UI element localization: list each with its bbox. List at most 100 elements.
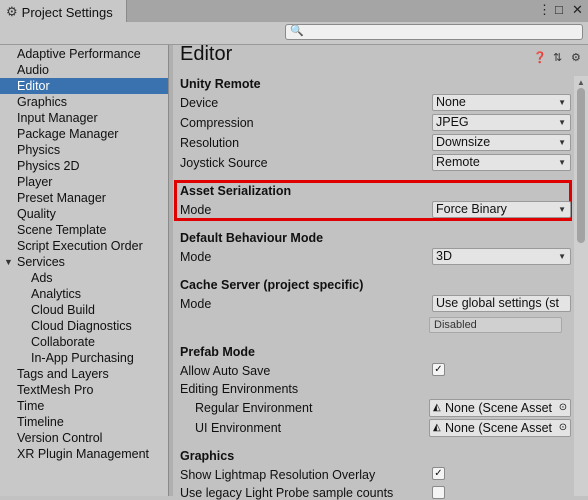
regular-environment-label: Regular Environment (195, 401, 313, 415)
sidebar-item-label: Script Execution Order (17, 239, 143, 253)
sidebar-item-label: TextMesh Pro (17, 383, 94, 397)
sidebar-item[interactable]: Graphics (0, 94, 168, 110)
sidebar-item[interactable]: Cloud Diagnostics (0, 318, 168, 334)
sidebar-item[interactable]: Time (0, 398, 168, 414)
sidebar-item[interactable]: Tags and Layers (0, 366, 168, 382)
ui-environment-value: None (Scene Asset (445, 421, 553, 435)
search-bar: 🔍 (0, 22, 588, 45)
allow-auto-save-checkbox[interactable]: ✓ (432, 363, 445, 376)
sidebar-item-label: Cloud Diagnostics (31, 319, 132, 333)
object-picker-icon[interactable]: ⊙ (556, 400, 570, 416)
compression-dropdown[interactable]: JPEG ▼ (432, 114, 571, 131)
sidebar-item-label: Quality (17, 207, 56, 221)
device-dropdown[interactable]: None ▼ (432, 94, 571, 111)
cache-status-text: Disabled (434, 319, 477, 331)
regular-environment-value: None (Scene Asset (445, 401, 553, 415)
sidebar-item-label: Preset Manager (17, 191, 106, 205)
scroll-up-icon[interactable]: ▲ (577, 78, 585, 87)
sidebar-item[interactable]: Package Manager (0, 126, 168, 142)
sidebar-item-label: Editor (17, 79, 50, 93)
gear-icon: ⚙ (6, 4, 18, 19)
legacy-probe-checkbox[interactable] (432, 486, 445, 499)
sidebar-item[interactable]: Scene Template (0, 222, 168, 238)
sidebar-item-label: Cloud Build (31, 303, 95, 317)
sidebar-item[interactable]: ▼ Services (0, 254, 168, 270)
sidebar-item-label: Graphics (17, 95, 68, 109)
sidebar-item[interactable]: TextMesh Pro (0, 382, 168, 398)
device-label: Device (180, 96, 219, 110)
settings-icon[interactable]: ⚙ (571, 51, 581, 64)
expand-arrow-icon[interactable]: ▼ (4, 254, 13, 270)
scene-asset-icon: ◭ (433, 402, 441, 413)
sidebar-item[interactable]: Player (0, 174, 168, 190)
sidebar-item[interactable]: Quality (0, 206, 168, 222)
search-input[interactable]: 🔍 (285, 24, 583, 40)
sidebar-item-label: XR Plugin Management (17, 447, 150, 461)
resolution-label: Resolution (180, 136, 240, 150)
sidebar-item-label: Input Manager (17, 111, 98, 125)
cache-mode-value: Use global settings (st (436, 296, 559, 310)
sidebar-item-label: Analytics (31, 287, 82, 301)
prefab-mode-heading: Prefab Mode (180, 345, 256, 359)
sidebar-item-label: Timeline (17, 415, 64, 429)
joystick-source-dropdown[interactable]: Remote ▼ (432, 154, 571, 171)
sidebar-item[interactable]: Adaptive Performance (0, 46, 168, 62)
joystick-source-label: Joystick Source (180, 156, 268, 170)
behaviour-mode-dropdown[interactable]: 3D ▼ (432, 248, 571, 265)
sidebar-item[interactable]: Physics (0, 142, 168, 158)
more-options-icon[interactable]: ⋮ (538, 2, 551, 18)
sidebar-item[interactable]: Editor (0, 78, 168, 94)
project-settings-tab[interactable]: ⚙ Project Settings (0, 0, 127, 24)
sidebar-item[interactable]: XR Plugin Management (0, 446, 168, 462)
legacy-probe-label: Use legacy Light Probe sample counts (180, 486, 394, 500)
sidebar-item[interactable]: Version Control (0, 430, 168, 446)
sidebar-item[interactable]: Script Execution Order (0, 238, 168, 254)
behaviour-mode-label: Mode (180, 250, 212, 264)
cache-status-badge: Disabled (429, 317, 562, 333)
lightmap-overlay-checkbox[interactable]: ✓ (432, 467, 445, 480)
sidebar-item[interactable]: Collaborate (0, 334, 168, 350)
sidebar-item-label: Player (17, 175, 53, 189)
object-picker-icon[interactable]: ⊙ (556, 420, 570, 436)
sidebar-item-label: In-App Purchasing (31, 351, 134, 365)
presets-icon[interactable]: ⇅ (553, 51, 562, 64)
vertical-scrollbar[interactable]: ▲ (574, 76, 588, 496)
serialization-mode-value: Force Binary (436, 202, 507, 216)
default-behaviour-heading: Default Behaviour Mode (180, 231, 324, 245)
sidebar-item[interactable]: In-App Purchasing (0, 350, 168, 366)
ui-environment-label: UI Environment (195, 421, 282, 435)
sidebar-item-label: Audio (17, 63, 49, 77)
sidebar-item[interactable]: Preset Manager (0, 190, 168, 206)
resolution-value: Downsize (436, 135, 491, 149)
chevron-down-icon: ▼ (558, 158, 566, 167)
sidebar-item-label: Adaptive Performance (17, 47, 141, 61)
close-icon[interactable]: ✕ (572, 2, 583, 18)
ui-environment-field[interactable]: ◭ None (Scene Asset ⊙ (429, 419, 571, 437)
cache-mode-dropdown[interactable]: Use global settings (st (432, 295, 571, 312)
sidebar-item-label: Time (17, 399, 45, 413)
check-icon: ✓ (434, 364, 443, 375)
help-icon[interactable]: ❓ (533, 51, 547, 64)
chevron-down-icon: ▼ (558, 118, 566, 127)
unity-remote-heading: Unity Remote (180, 77, 261, 91)
sidebar-item-label: Physics (17, 143, 61, 157)
sidebar-item[interactable]: Analytics (0, 286, 168, 302)
scene-asset-icon: ◭ (433, 422, 441, 433)
sidebar-item-label: Ads (31, 271, 53, 285)
regular-environment-field[interactable]: ◭ None (Scene Asset ⊙ (429, 399, 571, 417)
chevron-down-icon: ▼ (558, 98, 566, 107)
scrollbar-thumb[interactable] (577, 88, 585, 243)
sidebar-item[interactable]: Physics 2D (0, 158, 168, 174)
sidebar-item[interactable]: Ads (0, 270, 168, 286)
sidebar-item[interactable]: Audio (0, 62, 168, 78)
check-icon: ✓ (434, 468, 443, 479)
sidebar-item-label: Scene Template (17, 223, 107, 237)
title-bar: ⚙ Project Settings ⋮ □ ✕ (0, 0, 588, 24)
sidebar-item[interactable]: Timeline (0, 414, 168, 430)
resolution-dropdown[interactable]: Downsize ▼ (432, 134, 571, 151)
page-title: Editor (180, 43, 233, 65)
maximize-icon[interactable]: □ (555, 2, 563, 17)
sidebar-item[interactable]: Cloud Build (0, 302, 168, 318)
sidebar-item[interactable]: Input Manager (0, 110, 168, 126)
serialization-mode-dropdown[interactable]: Force Binary ▼ (432, 201, 571, 218)
